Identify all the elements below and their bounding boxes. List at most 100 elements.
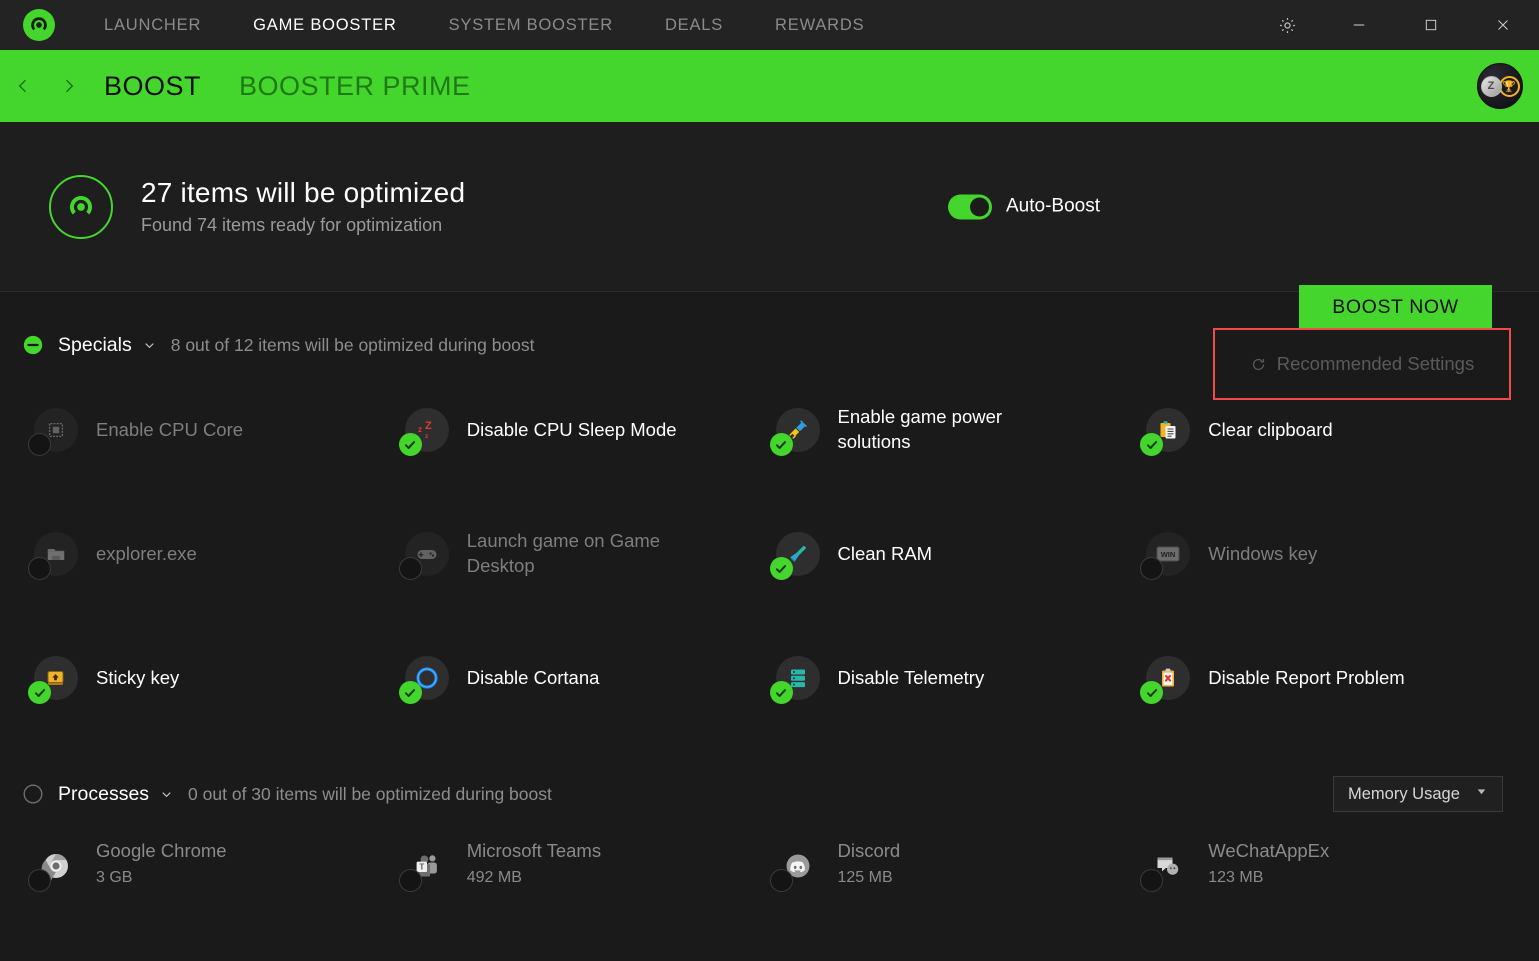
item-checked-badge[interactable]: [770, 681, 793, 704]
specials-item-icon-slot: [399, 528, 451, 580]
specials-item-label: Sticky key: [96, 666, 179, 691]
specials-item[interactable]: Enable CPU Core: [28, 368, 399, 492]
specials-item-label: explorer.exe: [96, 542, 197, 567]
item-checked-badge[interactable]: [399, 433, 422, 456]
razer-cortex-logo-icon: [23, 9, 55, 41]
subnav-tab-booster-prime[interactable]: BOOSTER PRIME: [239, 71, 471, 102]
specials-section-header: Specials 8 out of 12 items will be optim…: [0, 322, 1539, 368]
svg-text:z: z: [418, 425, 422, 434]
tab-deals[interactable]: DEALS: [639, 0, 749, 50]
tab-launcher[interactable]: LAUNCHER: [78, 0, 227, 50]
specials-title[interactable]: Specials: [58, 334, 132, 357]
main-nav-tabs: LAUNCHER GAME BOOSTER SYSTEM BOOSTER DEA…: [78, 0, 890, 50]
specials-item[interactable]: Disable Telemetry: [770, 616, 1141, 740]
app-window: LAUNCHER GAME BOOSTER SYSTEM BOOSTER DEA…: [0, 0, 1539, 961]
specials-item[interactable]: Launch game on Game Desktop: [399, 492, 770, 616]
summary-text-block: 27 items will be optimized Found 74 item…: [141, 177, 465, 236]
specials-item-icon-slot: [28, 528, 80, 580]
close-button[interactable]: [1467, 0, 1539, 50]
specials-item-label: Disable Cortana: [467, 666, 600, 691]
specials-item[interactable]: explorer.exe: [28, 492, 399, 616]
specials-item-icon-slot: [770, 404, 822, 456]
process-item-name: Google Chrome: [96, 840, 227, 862]
trophy-icon: 🏆: [1499, 76, 1520, 97]
item-checked-badge[interactable]: [770, 557, 793, 580]
specials-item-icon-slot: [1140, 652, 1192, 704]
chevron-down-icon[interactable]: [142, 338, 157, 353]
process-item[interactable]: WeChatAppEx 123 MB: [1140, 822, 1511, 918]
auto-boost-toggle[interactable]: [948, 194, 992, 219]
process-item-icon-slot: [28, 840, 80, 892]
item-unchecked-badge[interactable]: [1140, 869, 1163, 892]
specials-item[interactable]: Disable Cortana: [399, 616, 770, 740]
toggle-knob: [970, 197, 989, 216]
item-checked-badge[interactable]: [1140, 433, 1163, 456]
minimize-button[interactable]: [1323, 0, 1395, 50]
item-checked-badge[interactable]: [399, 681, 422, 704]
item-unchecked-badge[interactable]: [770, 869, 793, 892]
process-item[interactable]: Google Chrome 3 GB: [28, 822, 399, 918]
item-unchecked-badge[interactable]: [28, 433, 51, 456]
processes-checkbox[interactable]: [22, 783, 44, 805]
specials-checkbox[interactable]: [22, 334, 44, 356]
chevron-down-icon[interactable]: [159, 787, 174, 802]
specials-item[interactable]: Sticky key: [28, 616, 399, 740]
process-item-memory: 3 GB: [96, 869, 227, 887]
item-checked-badge[interactable]: [770, 433, 793, 456]
specials-item-icon-slot: [399, 652, 451, 704]
specials-item[interactable]: Enable game power solutions: [770, 368, 1141, 492]
specials-item[interactable]: Clean RAM: [770, 492, 1141, 616]
specials-item[interactable]: Disable Report Problem: [1140, 616, 1511, 740]
boost-summary-panel: 27 items will be optimized Found 74 item…: [0, 122, 1539, 292]
chevron-right-icon[interactable]: [46, 50, 92, 122]
process-item-icon-slot: [770, 840, 822, 892]
user-avatar[interactable]: Z 🏆: [1477, 63, 1523, 109]
process-item-name: WeChatAppEx: [1208, 840, 1329, 862]
process-item[interactable]: TMicrosoft Teams492 MB: [399, 822, 770, 918]
tab-game-booster[interactable]: GAME BOOSTER: [227, 0, 422, 50]
specials-item-icon-slot: [770, 652, 822, 704]
item-unchecked-badge[interactable]: [28, 869, 51, 892]
maximize-button[interactable]: [1395, 0, 1467, 50]
specials-item-label: Disable CPU Sleep Mode: [467, 418, 677, 443]
auto-boost-toggle-group[interactable]: Auto-Boost: [948, 194, 1100, 219]
specials-item-label: Clean RAM: [838, 542, 933, 567]
specials-description: 8 out of 12 items will be optimized duri…: [171, 335, 535, 356]
item-unchecked-badge[interactable]: [1140, 557, 1163, 580]
chevron-down-icon: [1475, 785, 1488, 803]
sub-nav-bar: BOOST BOOSTER PRIME Z 🏆: [0, 50, 1539, 122]
process-item-memory: 123 MB: [1208, 869, 1329, 887]
auto-boost-label: Auto-Boost: [1006, 196, 1100, 218]
specials-item-label: Windows key: [1208, 542, 1317, 567]
subnav-tab-boost[interactable]: BOOST: [104, 71, 201, 102]
specials-item[interactable]: WINWindows key: [1140, 492, 1511, 616]
item-unchecked-badge[interactable]: [28, 557, 51, 580]
tab-rewards[interactable]: REWARDS: [749, 0, 890, 50]
process-item-memory: 125 MB: [838, 869, 901, 887]
item-checked-badge[interactable]: [28, 681, 51, 704]
process-item-icon-slot: [1140, 840, 1192, 892]
tab-system-booster[interactable]: SYSTEM BOOSTER: [423, 0, 639, 50]
specials-item-icon-slot: [1140, 404, 1192, 456]
specials-item[interactable]: ZzzDisable CPU Sleep Mode: [399, 368, 770, 492]
title-bar: LAUNCHER GAME BOOSTER SYSTEM BOOSTER DEA…: [0, 0, 1539, 50]
processes-title[interactable]: Processes: [58, 783, 149, 806]
chevron-left-icon[interactable]: [0, 50, 46, 122]
process-item-icon-slot: T: [399, 840, 451, 892]
item-checked-badge[interactable]: [1140, 681, 1163, 704]
specials-item-icon-slot: [28, 404, 80, 456]
specials-item-grid: Enable CPU CoreZzzDisable CPU Sleep Mode…: [0, 368, 1539, 740]
specials-item-label: Enable CPU Core: [96, 418, 243, 443]
settings-gear-button[interactable]: [1251, 0, 1323, 50]
specials-item-icon-slot: [770, 528, 822, 580]
svg-text:T: T: [419, 862, 424, 871]
specials-item-icon-slot: [28, 652, 80, 704]
avatar-rank-badge: Z: [1481, 76, 1502, 97]
page-title: 27 items will be optimized: [141, 177, 465, 209]
item-unchecked-badge[interactable]: [399, 557, 422, 580]
memory-usage-sort-label: Memory Usage: [1348, 785, 1460, 804]
process-item[interactable]: Discord125 MB: [770, 822, 1141, 918]
svg-text:z: z: [425, 433, 429, 440]
memory-usage-sort-select[interactable]: Memory Usage: [1333, 776, 1503, 812]
item-unchecked-badge[interactable]: [399, 869, 422, 892]
